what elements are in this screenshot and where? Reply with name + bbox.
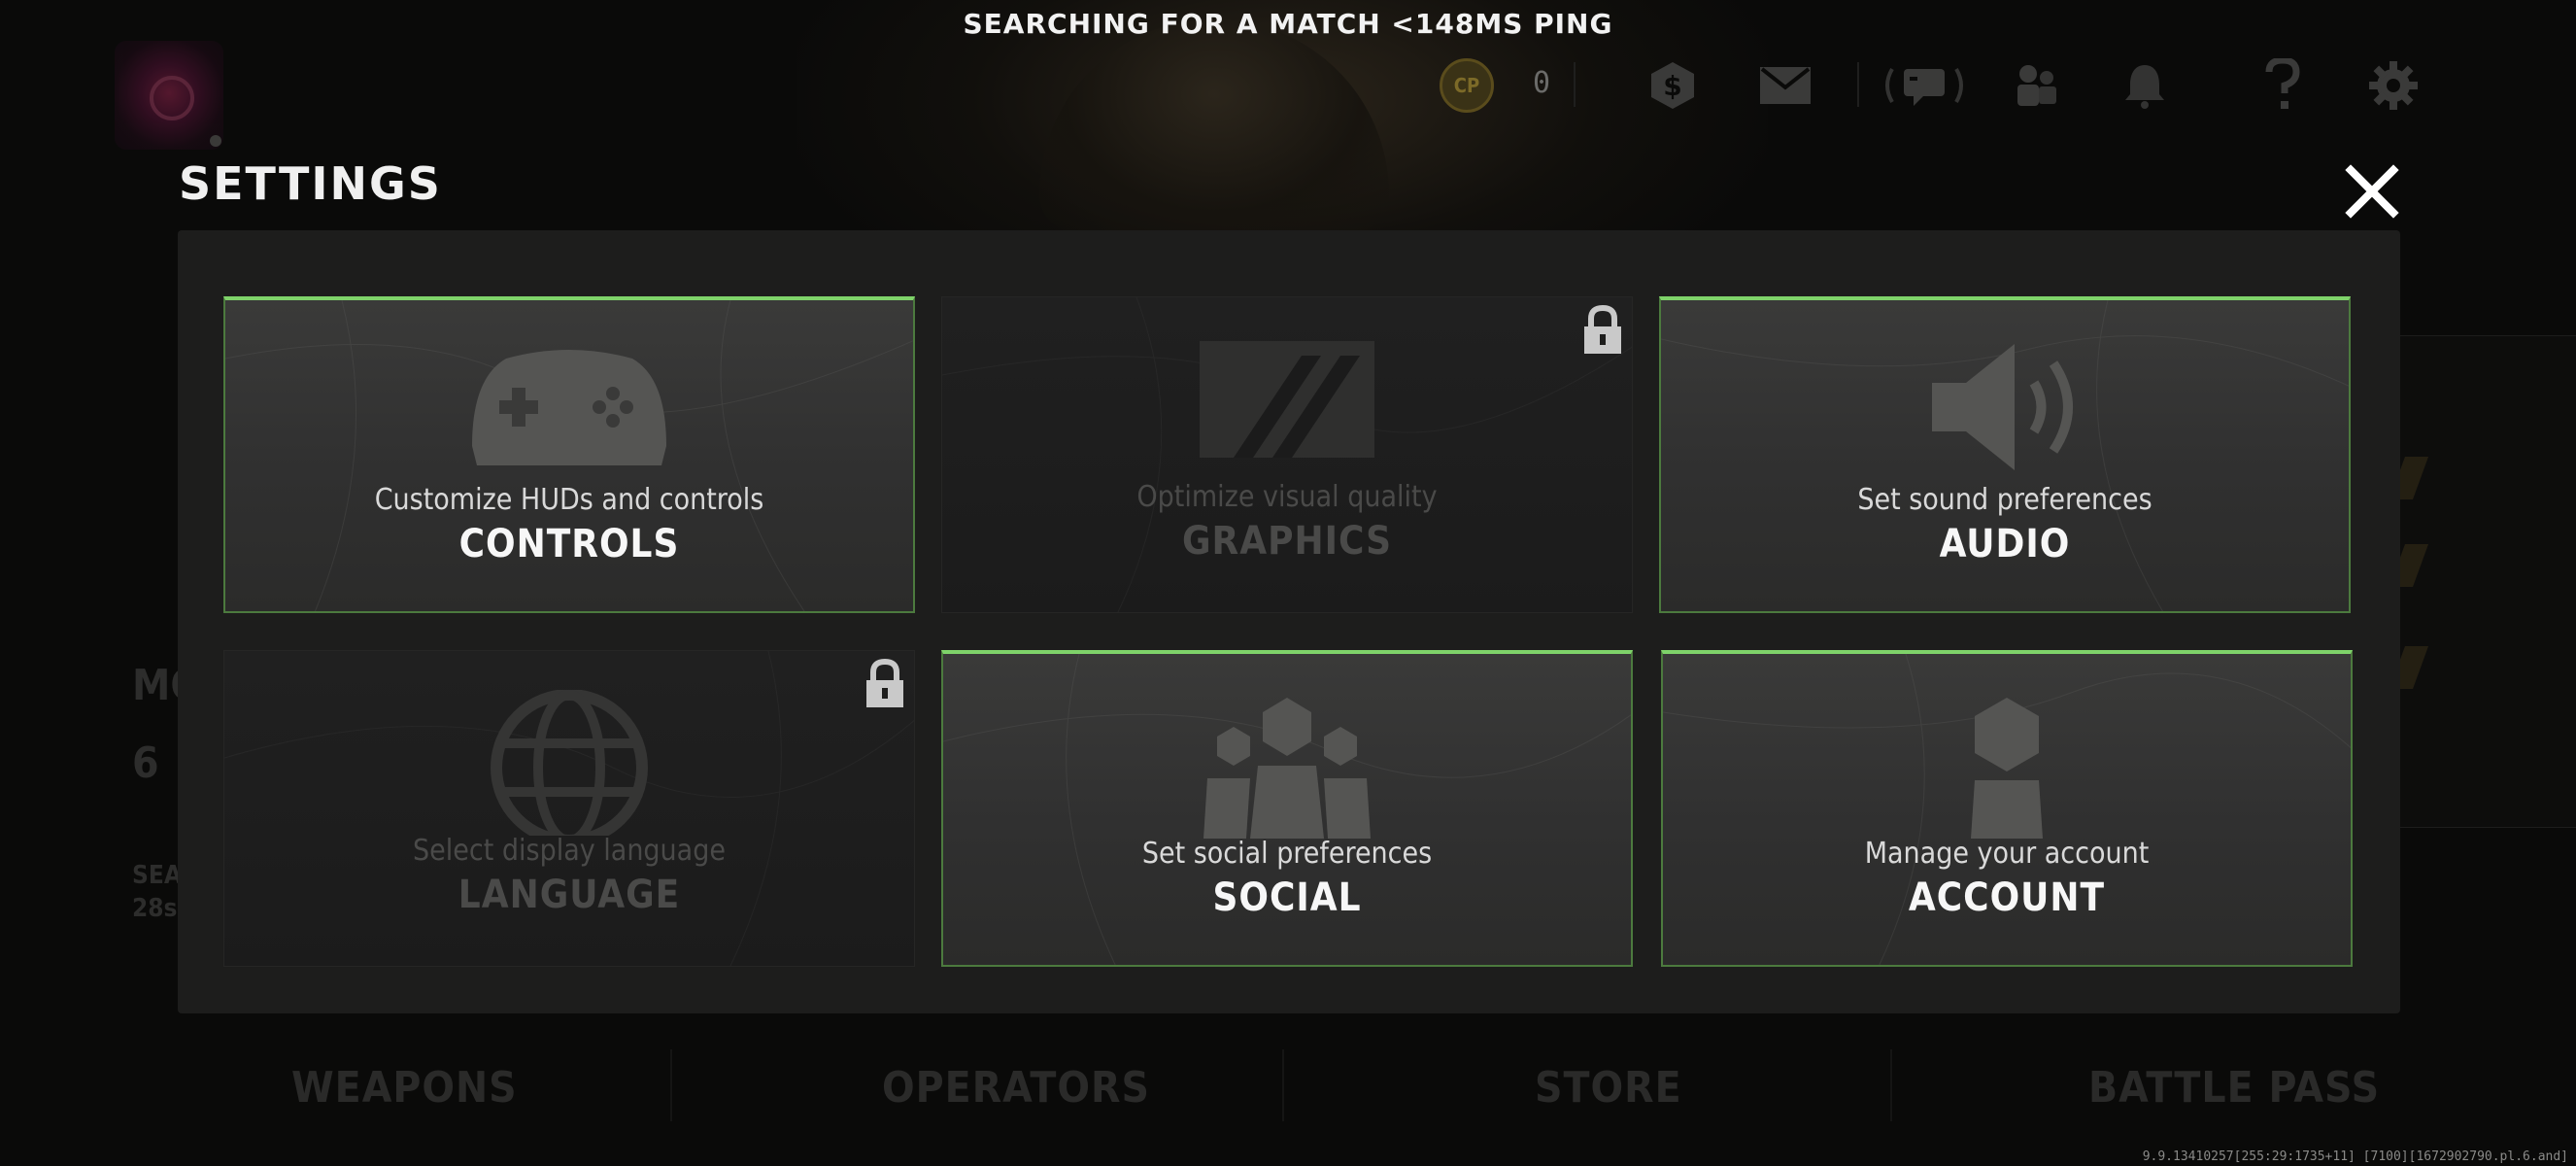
nav-weapons[interactable]: WEAPONS (291, 1063, 518, 1113)
settings-card-social[interactable]: Set social preferences SOCIAL (941, 650, 1633, 967)
help-icon[interactable] (2254, 56, 2312, 115)
settings-card-account[interactable]: Manage your account ACCOUNT (1661, 650, 2353, 967)
nav-battle-pass[interactable]: BATTLE PASS (2088, 1063, 2380, 1113)
settings-title: SETTINGS (179, 157, 442, 210)
bell-icon[interactable] (2116, 56, 2174, 115)
card-title: GRAPHICS (1181, 519, 1393, 564)
nav-divider (1890, 1049, 1892, 1121)
card-title: SOCIAL (1212, 875, 1362, 920)
settings-card-audio[interactable]: Set sound preferences AUDIO (1659, 296, 2351, 613)
globe-icon (491, 690, 648, 836)
settings-card-controls[interactable]: Customize HUDs and controls CONTROLS (223, 296, 915, 613)
background-season-label: SEA (132, 861, 182, 890)
bottom-nav: WEAPONS OPERATORS STORE BATTLE PASS (0, 1049, 2576, 1127)
player-avatar[interactable] (115, 41, 223, 150)
card-subtitle: Set sound preferences (1857, 483, 2152, 517)
card-title: CONTROLS (458, 522, 680, 566)
card-subtitle: Select display language (413, 834, 726, 868)
background-side-panel (2399, 335, 2576, 828)
settings-panel: Customize HUDs and controls CONTROLS Opt… (178, 230, 2400, 1013)
card-title: AUDIO (1939, 522, 2071, 566)
gear-icon[interactable] (2364, 56, 2423, 115)
background-season-time: 28s (132, 894, 178, 923)
svg-text:$: $ (1663, 70, 1681, 102)
card-title: LANGUAGE (458, 873, 681, 917)
card-subtitle: Optimize visual quality (1136, 480, 1438, 514)
speaker-icon (1932, 344, 2073, 470)
gamepad-icon (472, 350, 666, 465)
party-chat-icon[interactable] (1881, 56, 1968, 115)
graphics-icon (1200, 341, 1374, 458)
nav-operators[interactable]: OPERATORS (882, 1063, 1150, 1113)
card-subtitle: Manage your account (1864, 837, 2150, 871)
settings-card-graphics[interactable]: Optimize visual quality GRAPHICS (941, 296, 1633, 613)
cp-coin-icon[interactable]: CP (1440, 58, 1494, 113)
card-subtitle: Set social preferences (1141, 837, 1433, 871)
matchmaking-status: SEARCHING FOR A MATCH <148MS PING (963, 8, 1613, 40)
nav-divider (1282, 1049, 1284, 1121)
card-title: ACCOUNT (1908, 875, 2106, 920)
cp-amount: 0 (1533, 66, 1551, 100)
social-group-icon (1203, 698, 1371, 839)
account-user-icon (1971, 698, 2043, 839)
background-mode-value: 6 (132, 738, 159, 788)
lock-icon (866, 659, 903, 707)
close-button[interactable] (2341, 160, 2403, 223)
friends-icon[interactable] (2007, 56, 2065, 115)
settings-card-language[interactable]: Select display language LANGUAGE (223, 650, 915, 967)
close-icon (2345, 164, 2399, 219)
lock-icon (1584, 305, 1621, 354)
nav-divider (670, 1049, 672, 1121)
topbar-divider (1857, 62, 1859, 107)
card-subtitle: Customize HUDs and controls (374, 483, 764, 517)
build-info: 9.9.13410257[255:29:1735+11] [7100][1672… (2142, 1149, 2568, 1164)
online-status-dot (210, 135, 221, 147)
nav-store[interactable]: STORE (1535, 1063, 1682, 1113)
mail-icon[interactable] (1756, 56, 1814, 115)
topbar-divider (1574, 62, 1576, 107)
store-dollar-icon[interactable]: $ (1644, 56, 1702, 115)
